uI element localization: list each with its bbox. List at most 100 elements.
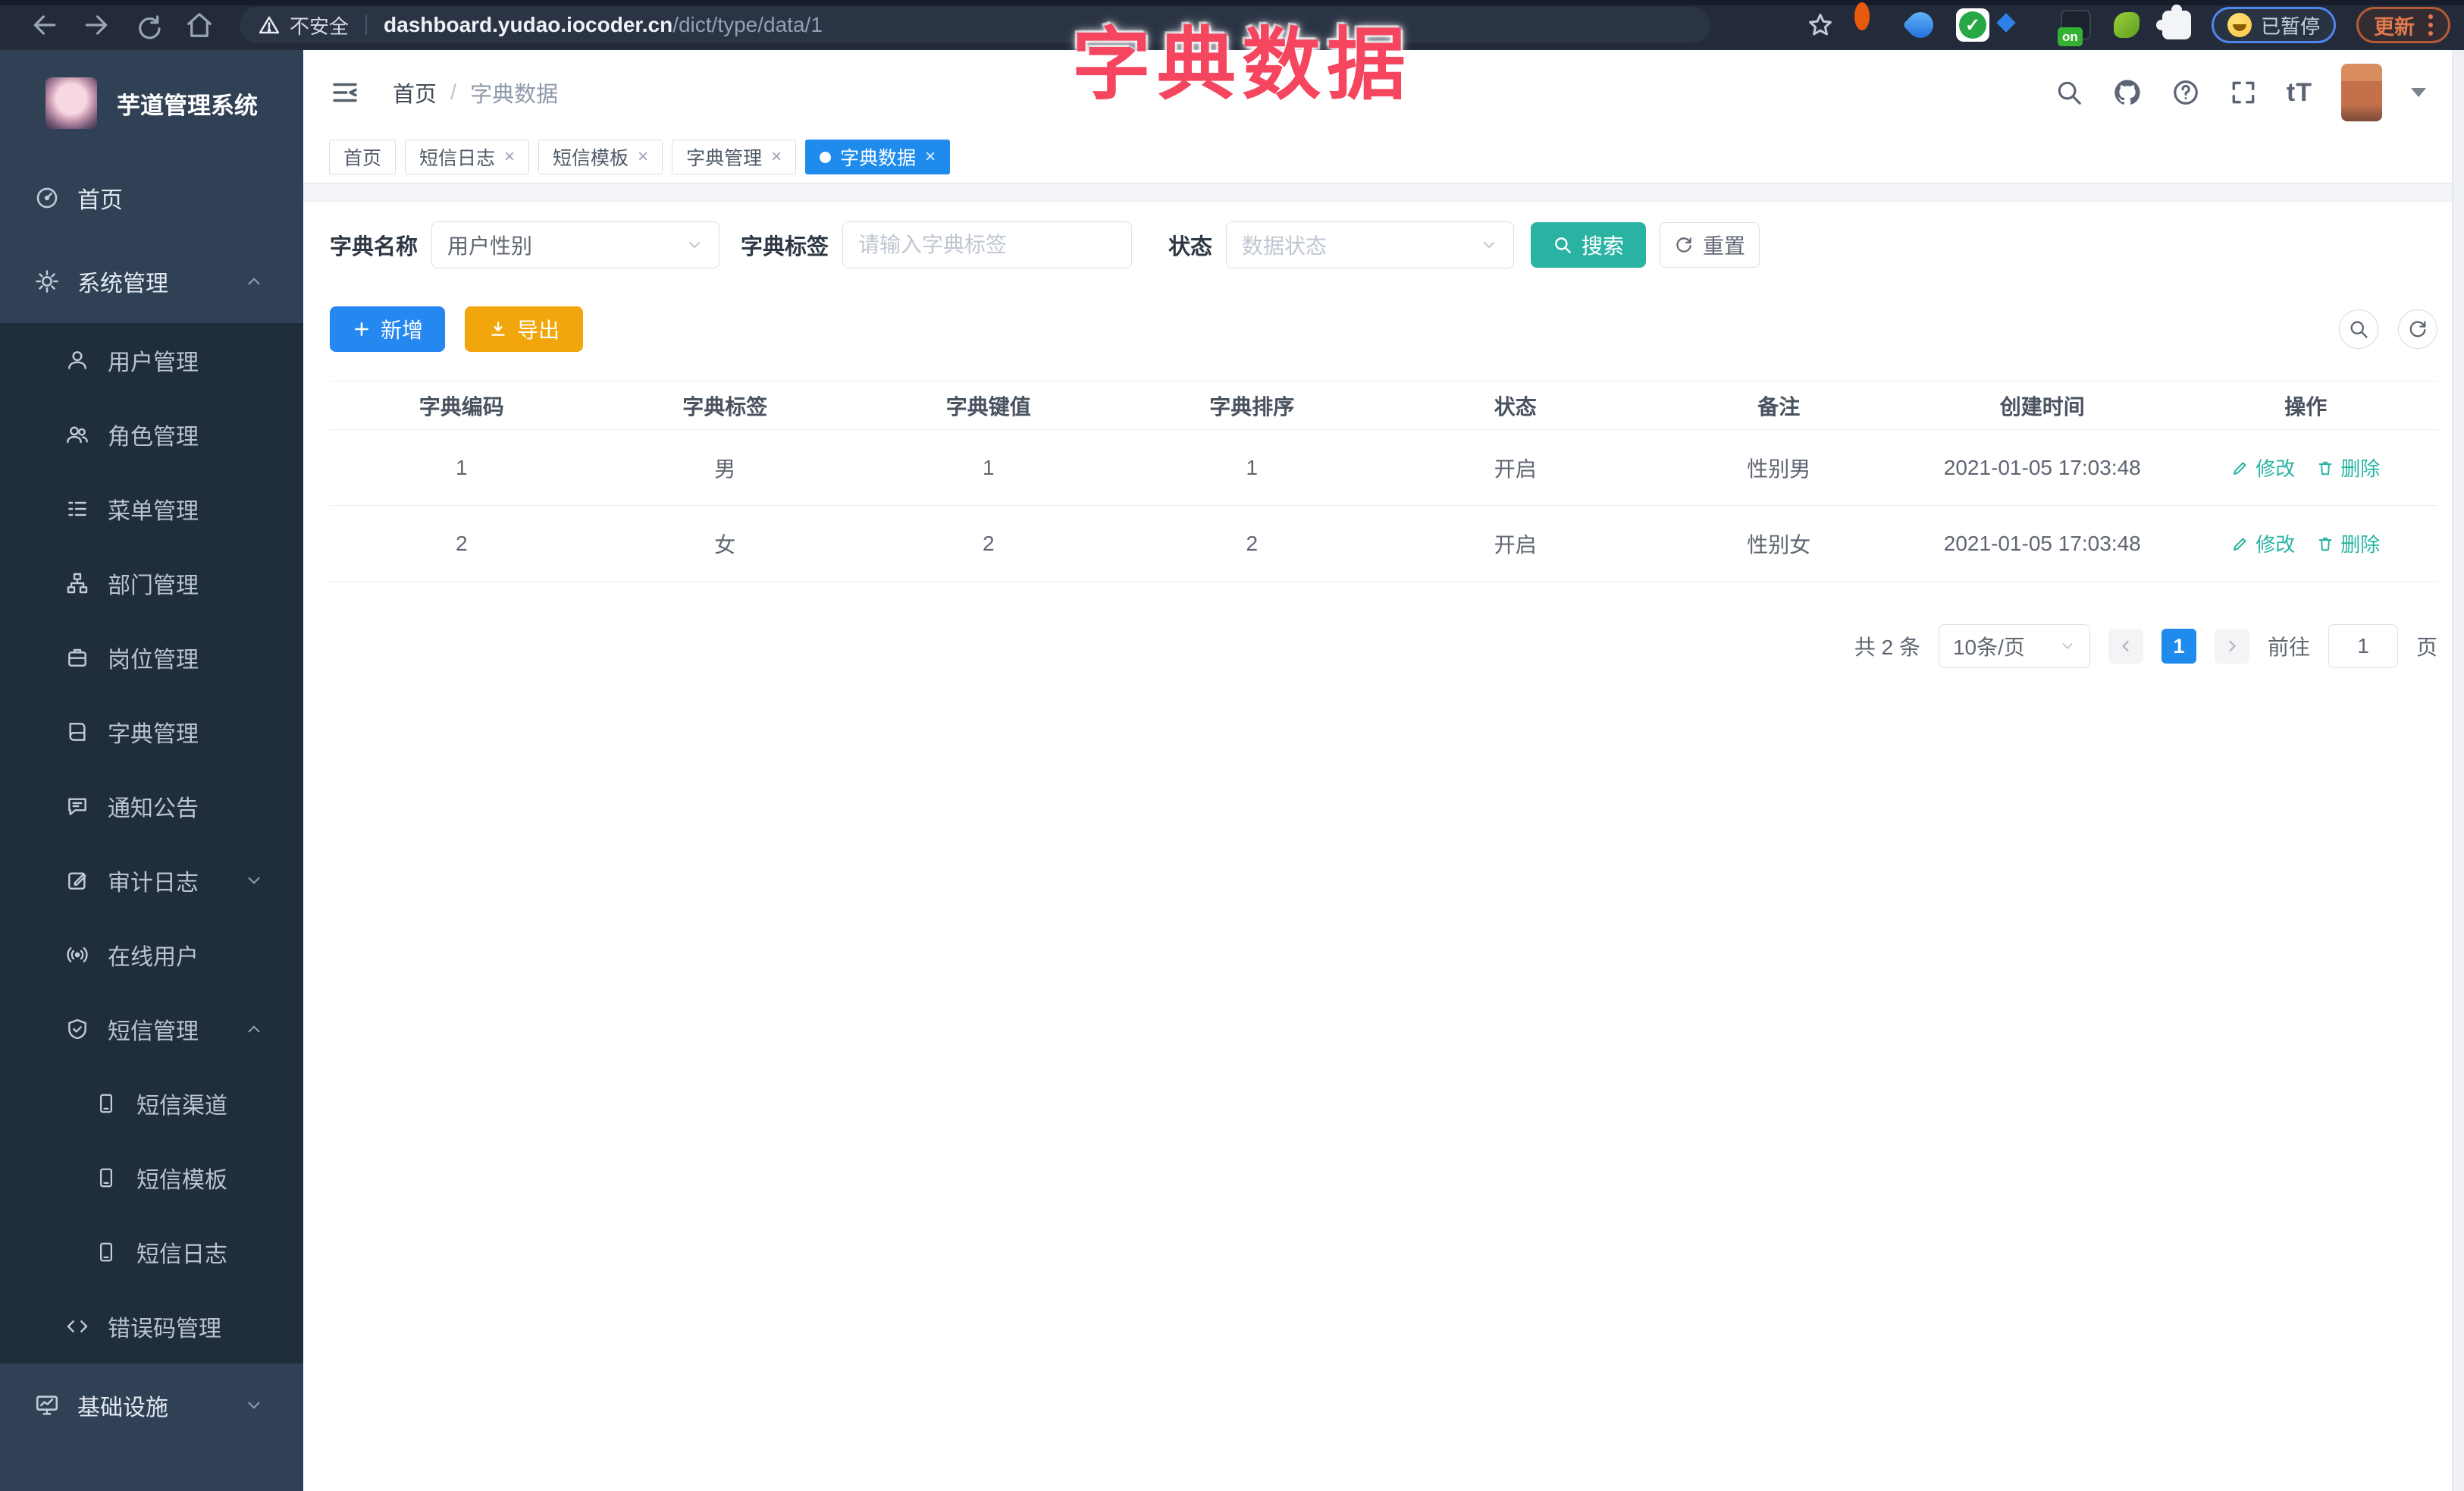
- close-icon[interactable]: ×: [504, 148, 515, 166]
- next-page-button[interactable]: [2214, 629, 2249, 664]
- search-icon[interactable]: [2055, 78, 2083, 107]
- sidebar-item-system[interactable]: 系统管理: [0, 240, 303, 323]
- chevron-down-icon: [1480, 236, 1498, 254]
- tab-dict-mgmt[interactable]: 字典管理 ×: [672, 140, 797, 174]
- dict-label-input[interactable]: [842, 221, 1133, 268]
- sidebar-item-sms-channel[interactable]: 短信渠道: [0, 1066, 303, 1141]
- col-remark: 备注: [1757, 394, 1801, 419]
- breadcrumb-home[interactable]: 首页: [393, 77, 437, 108]
- sidebar-item-infrastructure[interactable]: 基础设施: [0, 1364, 303, 1447]
- tab-sms-log[interactable]: 短信日志 ×: [405, 140, 530, 174]
- user-avatar[interactable]: [2341, 64, 2382, 121]
- status-select[interactable]: 数据状态: [1226, 221, 1515, 268]
- sidebar-item-error-code[interactable]: 错误码管理: [0, 1289, 303, 1364]
- tab-bar: 首页 短信日志 × 短信模板 × 字典管理 × 字典数据 ×: [303, 135, 2452, 184]
- delete-link[interactable]: 删除: [2316, 529, 2380, 557]
- sidebar-item-sms-mgmt[interactable]: 短信管理: [0, 992, 303, 1066]
- edit-link[interactable]: 修改: [2231, 454, 2295, 482]
- delete-link[interactable]: 删除: [2316, 454, 2380, 482]
- extension-checker-icon[interactable]: ✓: [1955, 8, 1989, 42]
- profile-paused-badge[interactable]: 已暂停: [2211, 7, 2336, 43]
- extension-leaf-icon[interactable]: [2111, 10, 2142, 40]
- sidebar-item-audit-log[interactable]: 审计日志: [0, 843, 303, 918]
- sidebar-item-home[interactable]: 首页: [0, 156, 303, 240]
- font-size-icon[interactable]: tT: [2287, 78, 2312, 108]
- fullscreen-icon[interactable]: [2229, 78, 2258, 107]
- app-title: 芋道管理系统: [117, 92, 258, 119]
- sidebar-item-dict-mgmt[interactable]: 字典管理: [0, 695, 303, 769]
- close-icon[interactable]: ×: [925, 148, 936, 166]
- bookmark-star-icon[interactable]: [1807, 11, 1834, 39]
- book-icon: [62, 720, 92, 744]
- status-text: 开启: [1494, 457, 1537, 481]
- col-status: 状态: [1494, 394, 1537, 419]
- page-unit-label: 页: [2415, 636, 2437, 659]
- prev-page-button[interactable]: [2108, 629, 2143, 664]
- close-icon[interactable]: ×: [771, 148, 782, 166]
- extensions-puzzle-icon[interactable]: [2155, 5, 2191, 39]
- reload-icon[interactable]: [133, 11, 162, 39]
- extension-ublock-icon[interactable]: [1854, 2, 1885, 40]
- users-icon: [62, 422, 92, 447]
- home-icon[interactable]: [185, 11, 214, 39]
- sidebar-submenu-system: 用户管理 角色管理 菜单管理 部门管理 岗位管理 字典管理 通知公告 审计日志 …: [0, 323, 303, 1364]
- chevron-down-icon: [244, 871, 264, 890]
- goto-page-input[interactable]: [2328, 624, 2398, 668]
- filter-form: 字典名称 用户性别 字典标签 状态 数据状态: [330, 221, 2437, 268]
- search-button[interactable]: 搜索: [1531, 222, 1647, 268]
- col-dict-label: 字典标签: [682, 394, 768, 419]
- extension-switch-icon[interactable]: on: [2057, 10, 2091, 46]
- close-icon[interactable]: ×: [638, 148, 648, 166]
- toggle-search-button[interactable]: [2339, 309, 2378, 349]
- page-number-current[interactable]: 1: [2161, 629, 2196, 664]
- list-icon: [62, 497, 92, 521]
- plus-icon: [352, 319, 371, 339]
- sidebar-item-menu-mgmt[interactable]: 菜单管理: [0, 472, 303, 546]
- shield-check-icon: [62, 1017, 92, 1041]
- browser-menu-icon[interactable]: [2428, 14, 2433, 36]
- phone-icon: [91, 1166, 121, 1189]
- export-button[interactable]: 导出: [465, 306, 583, 352]
- add-button[interactable]: 新增: [330, 306, 445, 352]
- reset-button[interactable]: 重置: [1660, 222, 1760, 268]
- sidebar-collapse-icon[interactable]: [329, 77, 361, 108]
- extension-stats-icon[interactable]: [1996, 10, 2040, 40]
- dict-type-select[interactable]: 用户性别: [431, 221, 720, 268]
- refresh-table-button[interactable]: [2398, 309, 2437, 349]
- extension-drop-icon[interactable]: [1901, 6, 1939, 44]
- active-tab-dot: [820, 151, 832, 163]
- browser-update-button[interactable]: 更新: [2356, 7, 2450, 43]
- edit-link[interactable]: 修改: [2231, 529, 2295, 557]
- github-icon[interactable]: [2112, 77, 2143, 108]
- help-icon[interactable]: [2171, 78, 2200, 107]
- back-icon[interactable]: [30, 11, 59, 39]
- sidebar-item-online-users[interactable]: 在线用户: [0, 918, 303, 992]
- chevron-down-icon: [685, 236, 704, 254]
- sidebar-item-notice[interactable]: 通知公告: [0, 769, 303, 843]
- tab-dict-data[interactable]: 字典数据 ×: [805, 140, 951, 174]
- sidebar-item-role-mgmt[interactable]: 角色管理: [0, 397, 303, 472]
- tab-home[interactable]: 首页: [329, 140, 397, 174]
- sidebar-item-sms-log[interactable]: 短信日志: [0, 1215, 303, 1289]
- breadcrumb-separator: /: [450, 80, 457, 105]
- sidebar-item-sms-template[interactable]: 短信模板: [0, 1141, 303, 1215]
- download-icon: [488, 319, 508, 339]
- status-text: 开启: [1494, 532, 1537, 557]
- col-dict-value: 字典键值: [945, 394, 1031, 419]
- sidebar-item-dept-mgmt[interactable]: 部门管理: [0, 546, 303, 620]
- user-menu-caret-icon[interactable]: [2411, 88, 2426, 97]
- page-scrollbar[interactable]: [2452, 50, 2464, 1491]
- table-toolbar: 新增 导出: [330, 306, 2437, 352]
- page-content: 字典名称 用户性别 字典标签 状态 数据状态: [303, 221, 2452, 668]
- forward-icon[interactable]: [82, 11, 111, 39]
- status-label: 状态: [1168, 235, 1213, 259]
- sidebar-item-user-mgmt[interactable]: 用户管理: [0, 323, 303, 397]
- tab-sms-template[interactable]: 短信模板 ×: [538, 140, 663, 174]
- page-size-select[interactable]: 10条/页: [1938, 624, 2090, 668]
- sidebar-item-post-mgmt[interactable]: 岗位管理: [0, 620, 303, 695]
- breadcrumb-current: 字典数据: [470, 83, 559, 107]
- address-bar[interactable]: 不安全 dashboard.yudao.iocoder.cn/dict/type…: [240, 7, 1710, 43]
- table-row: 1 男 1 1 开启 性别男 2021-01-05 17:03:48 修改 删除: [330, 430, 2437, 506]
- app-logo-block[interactable]: 芋道管理系统: [0, 50, 303, 156]
- chevron-up-icon: [244, 272, 264, 291]
